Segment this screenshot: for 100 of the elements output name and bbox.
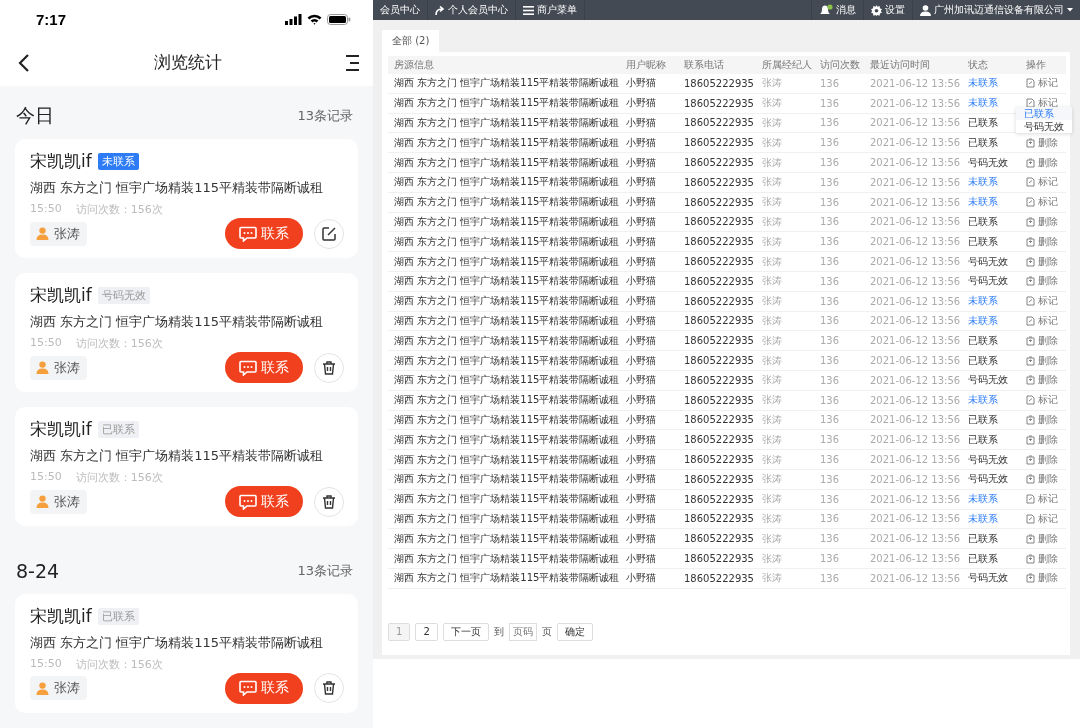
table-cell-text: 小野猫	[625, 531, 657, 546]
trash-icon	[321, 680, 337, 697]
delete-button[interactable]: 删除	[1026, 333, 1058, 348]
delete-button[interactable]: 删除	[1026, 155, 1058, 170]
table-cell-text: 张涛	[761, 135, 783, 150]
mark-button[interactable]: 标记	[1026, 195, 1058, 210]
table-cell-text: 张涛	[761, 511, 783, 526]
table-cell-text: 湖西 东方之门 恒宇广场精装115平精装带隔断诚租	[393, 96, 620, 111]
delete-button[interactable]: 删除	[1026, 373, 1058, 388]
mark-button[interactable]: 标记	[1026, 393, 1058, 408]
table-cell-text: 张涛	[761, 492, 783, 507]
tab[interactable]: 全部 (2)	[382, 30, 440, 52]
menu-icon[interactable]	[345, 53, 359, 72]
mark-button[interactable]: 标记	[1026, 175, 1058, 190]
table-cell-text: 小野猫	[625, 511, 657, 526]
delete-button[interactable]: 删除	[1026, 214, 1058, 229]
table-cell-text: 136	[819, 493, 841, 505]
clipboard-icon	[1026, 375, 1035, 386]
mark-button[interactable]: 标记	[1026, 294, 1058, 309]
messages-link[interactable]: 消息	[836, 3, 856, 17]
contact-button[interactable]: 联系	[225, 673, 303, 704]
delete-button[interactable]: 删除	[1026, 432, 1058, 447]
table-cell-text: 136	[819, 394, 841, 406]
status-cell-text: 号码无效	[967, 571, 1009, 586]
table-cell-text: 18605222935	[683, 117, 755, 129]
table-cell-text: 18605222935	[683, 533, 755, 545]
table-cell-text: 湖西 东方之门 恒宇广场精装115平精装带隔断诚租	[393, 333, 620, 348]
table-cell-text: 湖西 东方之门 恒宇广场精装115平精装带隔断诚租	[393, 432, 620, 447]
table-cell-text: 2021-06-12 13:56	[869, 394, 962, 406]
table-cell-text: 18605222935	[683, 414, 755, 426]
table-cell-text: 小野猫	[625, 254, 657, 269]
table-cell-text: 136	[819, 275, 841, 287]
mark-button[interactable]: 标记	[1026, 313, 1058, 328]
delete-button[interactable]: 删除	[1026, 571, 1058, 586]
table-cell-text: 2021-06-12 13:56	[869, 355, 962, 367]
mark-button[interactable]: 标记	[1026, 492, 1058, 507]
table-cell-text: 136	[819, 236, 841, 248]
status-cell-text: 未联系	[967, 76, 999, 91]
status-cell-text: 已联系	[967, 432, 999, 447]
visitor-name: 宋凯凯if	[30, 418, 92, 442]
delete-button[interactable]: 删除	[1026, 412, 1058, 427]
delete-button[interactable]	[314, 352, 344, 383]
mark-button[interactable]: 标记	[1026, 511, 1058, 526]
delete-button[interactable]: 删除	[1026, 531, 1058, 546]
delete-button[interactable]: 删除	[1026, 353, 1058, 368]
delete-button[interactable]: 删除	[1026, 135, 1058, 150]
table-cell-text: 小野猫	[625, 412, 657, 427]
contact-button[interactable]: 联系	[225, 486, 303, 518]
contact-button[interactable]: 联系	[225, 218, 303, 250]
table-cell-text: 2021-06-12 13:56	[869, 335, 962, 347]
confirm-button[interactable]: 确定	[556, 622, 593, 641]
table-cell-text: 湖西 东方之门 恒宇广场精装115平精装带隔断诚租	[393, 353, 620, 368]
delete-button[interactable]	[314, 486, 344, 517]
chat-icon	[239, 225, 257, 242]
property-address: 湖西 东方之门 恒宇广场精装115平精装带隔断诚租	[30, 313, 325, 332]
delete-button[interactable]: 删除	[1026, 274, 1058, 289]
delete-button[interactable]: 删除	[1026, 452, 1058, 467]
visit-count: 访问次数：156次	[75, 202, 163, 218]
delete-button[interactable]: 删除	[1026, 472, 1058, 487]
clipboard-icon	[1026, 276, 1035, 287]
table-cell-text: 2021-06-12 13:56	[869, 553, 962, 564]
table-cell-text: 2021-06-12 13:56	[869, 236, 962, 248]
table-cell-text: 136	[819, 77, 841, 89]
column-header: 房源信息	[393, 58, 435, 72]
table-cell-text: 18605222935	[683, 275, 755, 287]
table-cell-text: 张涛	[761, 531, 783, 546]
merchant-menu-link[interactable]: 商户菜单	[537, 3, 577, 17]
back-icon[interactable]	[18, 52, 30, 73]
table-cell-text: 张涛	[761, 551, 783, 566]
table-cell-text: 张涛	[761, 452, 783, 467]
wifi-icon	[307, 14, 322, 26]
chat-icon	[239, 493, 257, 510]
page-button[interactable]: 2	[415, 622, 438, 641]
account-menu[interactable]: 广州加讯迈通信设备有限公司	[934, 3, 1064, 17]
status-cell-text: 未联系	[967, 294, 999, 309]
delete-button[interactable]: 删除	[1026, 551, 1058, 566]
edit-button[interactable]	[314, 218, 344, 249]
settings-link[interactable]: 设置	[885, 3, 905, 17]
page-input[interactable]: 页码	[508, 622, 537, 641]
table-cell-text: 张涛	[761, 234, 783, 249]
chat-icon	[239, 359, 257, 376]
mark-button[interactable]: 标记	[1026, 76, 1058, 91]
next-page-button[interactable]: 下一页	[442, 622, 489, 641]
page-title: 浏览统计	[153, 51, 222, 75]
table-cell-text: 2021-06-12 13:56	[869, 157, 962, 169]
contact-button[interactable]: 联系	[225, 352, 303, 384]
table-cell-text: 张涛	[761, 353, 783, 368]
status-cell-text: 未联系	[967, 511, 999, 526]
table-cell-text: 18605222935	[683, 97, 755, 109]
status-cell-text: 已联系	[967, 333, 999, 348]
table-cell-text: 2021-06-12 13:56	[869, 176, 962, 188]
table-cell-text: 湖西 东方之门 恒宇广场精装115平精装带隔断诚租	[393, 76, 620, 91]
dropdown-item[interactable]: 号码无效	[1016, 120, 1072, 134]
personal-center-link[interactable]: 个人会员中心	[448, 3, 508, 17]
delete-button[interactable]: 删除	[1026, 254, 1058, 269]
delete-button[interactable]	[314, 673, 344, 704]
dropdown-item[interactable]: 已联系	[1016, 107, 1072, 121]
delete-button[interactable]: 删除	[1026, 234, 1058, 249]
table-cell-text: 小野猫	[625, 214, 657, 229]
table-cell-text: 小野猫	[625, 234, 657, 249]
